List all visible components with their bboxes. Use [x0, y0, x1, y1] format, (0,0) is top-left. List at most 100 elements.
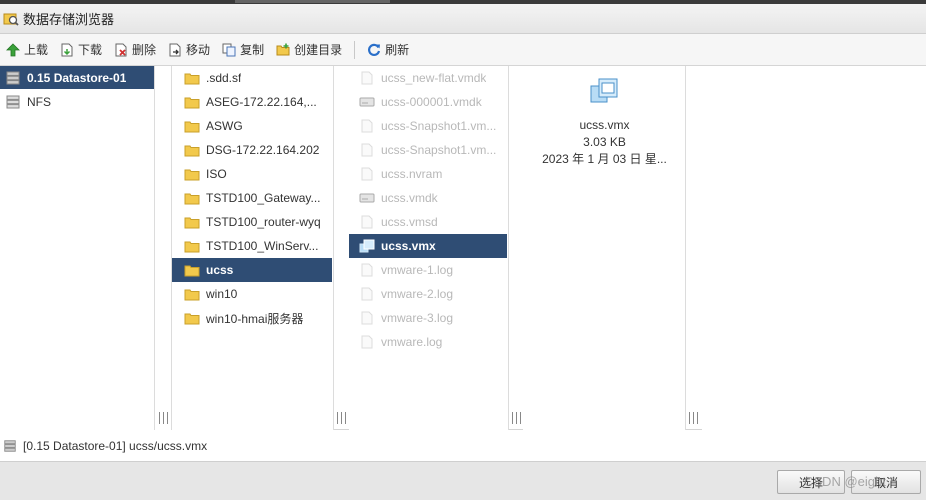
file-label: vmware-2.log	[381, 287, 454, 301]
file-icon	[361, 263, 373, 277]
datastore-item[interactable]: NFS	[0, 90, 51, 114]
folder-icon	[184, 121, 200, 133]
file-item[interactable]: ucss-Snapshot1.vm...	[349, 114, 507, 138]
move-file-icon	[169, 43, 181, 56]
file-item[interactable]: ucss-Snapshot1.vm...	[349, 138, 507, 162]
file-icon	[361, 311, 373, 325]
resize-grip[interactable]	[337, 412, 346, 424]
folder-label: .sdd.sf	[206, 71, 242, 85]
folder-icon	[184, 313, 200, 325]
file-details: ucss.vmx 3.03 KB 2023 年 1 月 03 日 星...	[523, 76, 686, 168]
datastore-browser-icon	[3, 13, 19, 26]
create-directory-button[interactable]: 创建目录	[276, 39, 342, 61]
folder-icon	[184, 265, 200, 277]
selected-path: [0.15 Datastore-01] ucss/ucss.vmx	[23, 439, 208, 453]
folder-label: TSTD100_router-wyq	[206, 215, 321, 229]
move-button[interactable]: 移动	[168, 39, 210, 61]
file-label: ucss.nvram	[381, 167, 443, 181]
window-title: 数据存储浏览器	[23, 12, 115, 27]
folder-label: DSG-172.22.164.202	[206, 143, 320, 157]
folder-label: ASEG-172.22.164,...	[206, 95, 317, 109]
file-label: vmware-3.log	[381, 311, 454, 325]
file-item[interactable]: ucss.vmdk	[349, 186, 507, 210]
refresh-button[interactable]: 刷新	[367, 39, 409, 61]
file-label: ucss.vmsd	[381, 215, 438, 229]
file-item[interactable]: ucss-000001.vmdk	[349, 90, 507, 114]
file-date: 2023 年 1 月 03 日 星...	[542, 152, 667, 166]
datastore-item[interactable]: 0.15 Datastore-01	[0, 66, 154, 89]
new-folder-icon	[276, 43, 290, 55]
empty-column	[702, 66, 926, 430]
column-splitter[interactable]	[155, 66, 172, 430]
upload-arrow-icon	[6, 42, 20, 56]
file-details-pane: ucss.vmx 3.03 KB 2023 年 1 月 03 日 星...	[523, 66, 686, 430]
copy-button[interactable]: 复制	[222, 39, 264, 61]
disk-icon	[359, 97, 375, 107]
folder-label: win10-hmai服务器	[206, 311, 304, 326]
move-label: 移动	[186, 43, 211, 57]
folder-item[interactable]: TSTD100_router-wyq	[172, 210, 332, 234]
dialog-footer: 选择 取消	[0, 461, 926, 500]
delete-button[interactable]: 删除	[114, 39, 156, 61]
file-name: ucss.vmx	[579, 118, 630, 132]
create-directory-label: 创建目录	[294, 43, 343, 57]
folder-item[interactable]: win10-hmai服务器	[172, 306, 332, 330]
file-icon	[361, 71, 373, 85]
folder-icon	[184, 289, 200, 301]
folder-icon	[184, 241, 200, 253]
file-size: 3.03 KB	[583, 135, 626, 149]
delete-label: 删除	[132, 43, 157, 57]
folder-icon	[184, 217, 200, 229]
folder-item[interactable]: win10	[172, 282, 332, 306]
file-label: ucss_new-flat.vmdk	[381, 71, 487, 85]
file-item[interactable]: ucss_new-flat.vmdk	[349, 66, 507, 90]
file-item[interactable]: ucss.vmx	[349, 234, 507, 258]
file-item[interactable]: vmware-2.log	[349, 282, 507, 306]
title-bar: 数据存储浏览器	[0, 4, 926, 34]
refresh-icon	[368, 43, 381, 56]
resize-grip[interactable]	[512, 412, 521, 424]
datastore-list[interactable]: 0.15 Datastore-01 NFS	[0, 66, 155, 430]
file-label: ucss.vmdk	[381, 191, 438, 205]
datastore-label: 0.15 Datastore-01	[27, 70, 127, 85]
folder-item[interactable]: ucss	[172, 258, 332, 282]
vm-icon	[359, 239, 375, 253]
file-item[interactable]: ucss.nvram	[349, 162, 507, 186]
datastore-label: NFS	[27, 95, 51, 109]
toolbar: 上载 下载 删除 移动 复制 创建目录 刷新	[0, 34, 926, 66]
browser-panes: 0.15 Datastore-01 NFS .sdd.sf ASEG-172.22…	[0, 66, 926, 430]
folder-icon	[184, 169, 200, 181]
file-item[interactable]: vmware-3.log	[349, 306, 507, 330]
folder-item[interactable]: ASEG-172.22.164,...	[172, 90, 332, 114]
resize-grip[interactable]	[159, 412, 168, 424]
copy-file-icon	[222, 43, 236, 56]
folder-label: TSTD100_WinServ...	[206, 239, 319, 253]
folder-label: ISO	[206, 167, 227, 181]
folder-item[interactable]: DSG-172.22.164.202	[172, 138, 332, 162]
folder-list[interactable]: .sdd.sf ASEG-172.22.164,... ASWG DSG-172.22…	[172, 66, 334, 430]
file-label: ucss-Snapshot1.vm...	[381, 143, 497, 157]
folder-icon	[184, 193, 200, 205]
datastore-browser-window: 数据存储浏览器 上载 下载 删除 移动 复制 创建目录 刷新 0.15 Data…	[0, 0, 926, 500]
file-icon	[361, 335, 373, 349]
disk-icon	[359, 193, 375, 203]
folder-icon	[184, 73, 200, 85]
delete-file-icon	[115, 43, 127, 56]
file-icon	[361, 287, 373, 301]
file-item[interactable]: vmware.log	[349, 330, 507, 354]
toolbar-separator	[354, 40, 356, 59]
folder-item[interactable]: ASWG	[172, 114, 332, 138]
watermark: CSDN @eight *	[804, 474, 895, 489]
folder-item[interactable]: TSTD100_WinServ...	[172, 234, 332, 258]
upload-button[interactable]: 上载	[6, 39, 48, 61]
file-icon	[361, 143, 373, 157]
resize-grip[interactable]	[689, 412, 698, 424]
folder-item[interactable]: .sdd.sf	[172, 66, 332, 90]
folder-icon	[184, 145, 200, 157]
file-item[interactable]: ucss.vmsd	[349, 210, 507, 234]
folder-item[interactable]: TSTD100_Gateway...	[172, 186, 332, 210]
download-button[interactable]: 下载	[60, 39, 102, 61]
file-list[interactable]: ucss_new-flat.vmdk ucss-000001.vmdk ucss-S…	[349, 66, 509, 430]
folder-item[interactable]: ISO	[172, 162, 332, 186]
file-item[interactable]: vmware-1.log	[349, 258, 507, 282]
